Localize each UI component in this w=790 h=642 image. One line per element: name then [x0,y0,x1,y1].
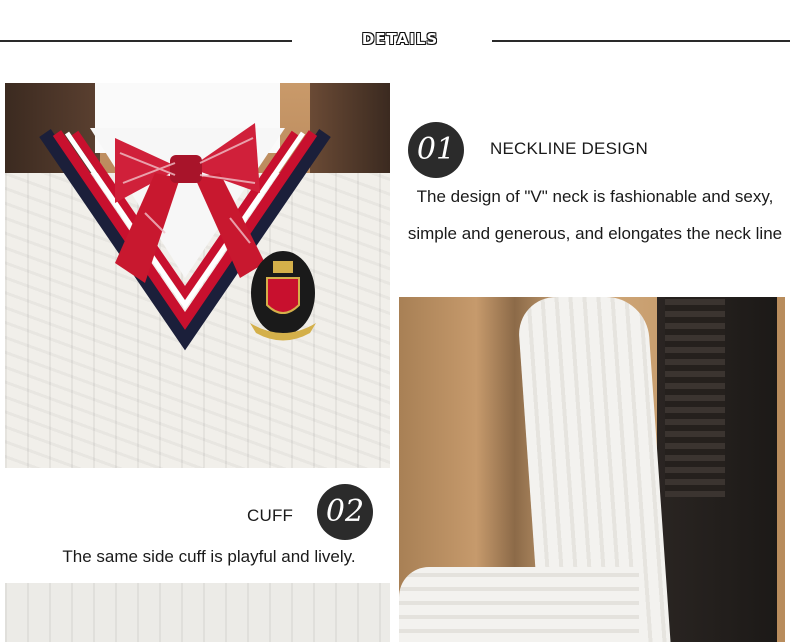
door-ornament [665,297,725,497]
section-number-badge-01: 01 [408,122,464,178]
neckline-design-heading: NECKLINE DESIGN [490,139,648,158]
details-title: DETAILS [361,30,439,48]
sweater-cuff [399,567,639,642]
knit-texture-photo [5,583,390,642]
v-neck-illustration [39,123,331,351]
cuff-description: The same side cuff is playful and lively… [62,547,356,566]
header-rule-right [492,40,790,42]
section-number-badge-02: 02 [317,484,373,540]
header-rule-left [0,40,292,42]
neckline-photo [5,83,390,468]
cuff-photo [399,297,785,642]
crest-patch-icon [250,251,316,341]
cuff-heading: CUFF [247,506,294,525]
neckline-description: The design of "V" neck is fashionable an… [407,187,783,243]
